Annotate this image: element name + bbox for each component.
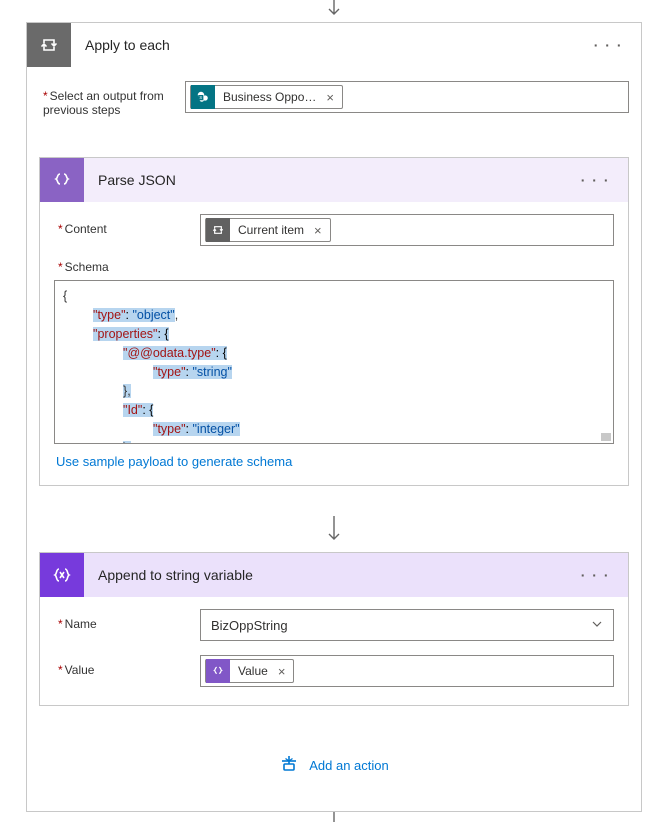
apply-to-each-menu[interactable]: · · · <box>590 33 627 57</box>
add-action-button[interactable]: Add an action <box>33 726 635 791</box>
parse-json-title: Parse JSON <box>84 172 577 188</box>
remove-token-icon[interactable]: × <box>324 90 342 105</box>
variable-icon <box>40 553 84 597</box>
flow-arrow-top <box>0 0 668 22</box>
json-small-icon <box>206 659 230 683</box>
loop-icon <box>27 23 71 67</box>
select-output-input[interactable]: S Business Oppo… × <box>185 81 629 113</box>
token-business-opportunities[interactable]: S Business Oppo… × <box>190 85 343 109</box>
add-action-icon <box>279 754 299 777</box>
chevron-down-icon <box>591 618 603 633</box>
flow-arrow-mid <box>33 506 635 552</box>
apply-to-each-card: Apply to each · · · *Select an output fr… <box>26 22 642 812</box>
token-value[interactable]: Value × <box>205 659 294 683</box>
append-variable-header[interactable]: Append to string variable · · · <box>40 553 628 597</box>
append-variable-title: Append to string variable <box>84 567 577 583</box>
svg-text:S: S <box>199 95 202 100</box>
parse-json-header[interactable]: Parse JSON · · · <box>40 158 628 202</box>
sharepoint-icon: S <box>191 85 215 109</box>
var-name-label: *Name <box>54 609 200 631</box>
apply-to-each-title: Apply to each <box>71 37 590 53</box>
var-value-label: *Value <box>54 655 200 677</box>
scrollbar-handle[interactable] <box>601 433 611 441</box>
content-input[interactable]: Current item × <box>200 214 614 246</box>
loop-small-icon <box>206 218 230 242</box>
append-variable-card: Append to string variable · · · *Name Bi… <box>39 552 629 706</box>
schema-editor[interactable]: { "type": "object", "properties": { "@@o… <box>54 280 614 444</box>
schema-label: *Schema <box>54 260 614 274</box>
parse-json-menu[interactable]: · · · <box>577 168 614 192</box>
use-sample-payload-link[interactable]: Use sample payload to generate schema <box>54 444 294 471</box>
flow-arrow-bottom <box>0 812 668 826</box>
remove-token-icon[interactable]: × <box>312 223 330 238</box>
parse-json-card: Parse JSON · · · *Content <box>39 157 629 486</box>
select-output-label: *Select an output from previous steps <box>39 81 185 117</box>
var-value-input[interactable]: Value × <box>200 655 614 687</box>
append-variable-menu[interactable]: · · · <box>577 563 614 587</box>
remove-token-icon[interactable]: × <box>276 664 294 679</box>
apply-to-each-header[interactable]: Apply to each · · · <box>27 23 641 67</box>
token-current-item[interactable]: Current item × <box>205 218 331 242</box>
content-label: *Content <box>54 214 200 236</box>
json-icon <box>40 158 84 202</box>
var-name-select[interactable]: BizOppString <box>200 609 614 641</box>
